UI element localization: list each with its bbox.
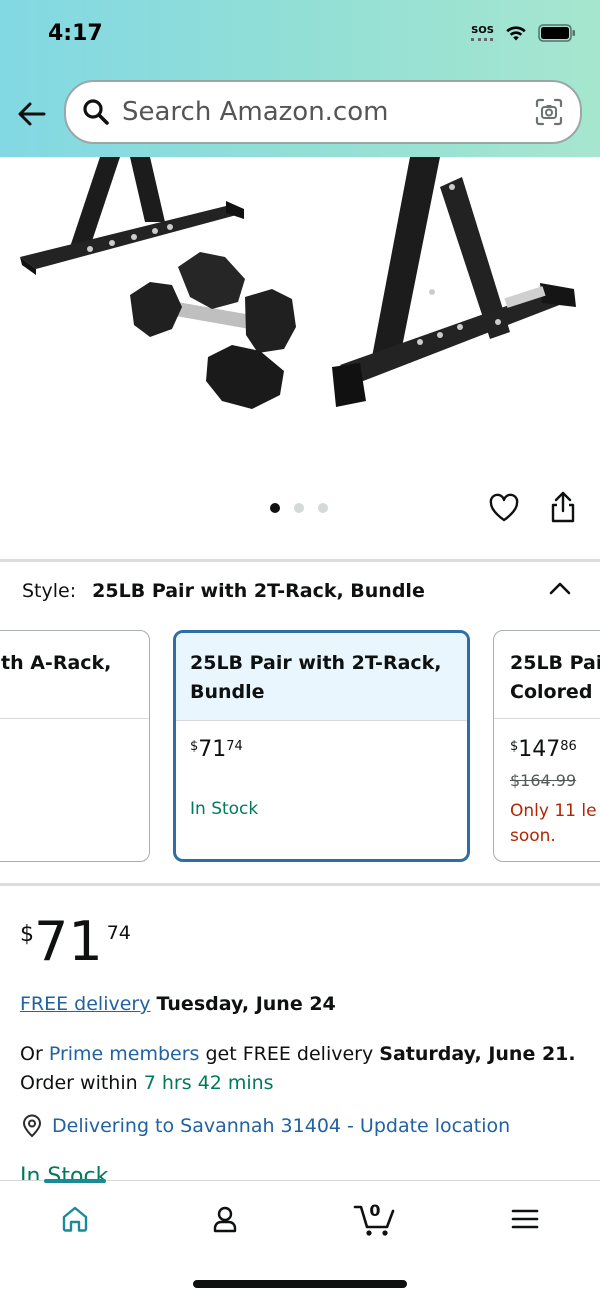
user-icon (213, 1206, 237, 1233)
search-input[interactable]: Search Amazon.com (122, 97, 534, 127)
variant-card[interactable]: 25LB Pair Colored $14786 $164.99 Only 11… (493, 630, 600, 862)
nav-menu[interactable] (505, 1199, 545, 1239)
variant-price: $14786 (510, 737, 577, 762)
prime-middle: get FREE delivery (205, 1043, 374, 1065)
sos-indicator: SOS (471, 24, 494, 41)
style-value: 25LB Pair with 2T-Rack, Bundle (92, 580, 425, 602)
location-link[interactable]: Delivering to Savannah 31404 - Update lo… (52, 1115, 510, 1137)
share-icon[interactable] (548, 490, 578, 524)
carousel-dots (270, 503, 328, 513)
delivery-info: FREE delivery Tuesday, June 24 (20, 993, 336, 1015)
variant-card-selected[interactable]: 25LB Pair with 2T-Rack, Bundle $7174 In … (173, 630, 470, 862)
carousel-dot[interactable] (318, 503, 328, 513)
bottom-navigation: 0 (0, 1179, 600, 1299)
battery-icon (538, 24, 575, 42)
hamburger-menu-icon (511, 1209, 539, 1229)
location-pin-icon (22, 1114, 42, 1138)
prime-prefix: Or (20, 1043, 43, 1065)
search-bar[interactable]: Search Amazon.com (64, 80, 582, 144)
price-symbol: $ (510, 739, 519, 754)
stock-warning-line1: Only 11 le (510, 801, 597, 821)
cart-count-badge: 0 (369, 1201, 381, 1220)
variant-stock-warning: Only 11 le soon. (510, 799, 597, 849)
wifi-icon (506, 26, 526, 41)
price-fraction: 74 (106, 922, 131, 944)
variant-title: th A-Rack, (0, 631, 149, 719)
status-icons: SOS (471, 24, 576, 42)
variant-title: 25LB Pair Colored (494, 631, 600, 719)
free-delivery-link[interactable]: FREE delivery (20, 993, 150, 1015)
price-symbol: $ (190, 739, 199, 754)
back-arrow-icon[interactable] (14, 96, 50, 132)
variant-stock: In Stock (190, 799, 259, 819)
search-icon (83, 99, 109, 125)
variant-price: $7174 (190, 737, 243, 762)
variant-list-price: $164.99 (510, 771, 577, 790)
style-label: Style: (22, 580, 77, 602)
price-whole: 71 (198, 737, 227, 762)
sos-label: SOS (471, 24, 494, 36)
variant-title: 25LB Pair with 2T-Rack, Bundle (176, 633, 467, 721)
nav-cart[interactable]: 0 (352, 1199, 398, 1239)
variant-card[interactable]: th A-Rack, (0, 630, 150, 862)
nav-active-indicator (44, 1179, 106, 1183)
chevron-up-icon[interactable] (546, 576, 574, 600)
prime-delivery-info: Or Prime members get FREE delivery Satur… (20, 1040, 590, 1098)
section-divider (0, 559, 600, 562)
section-divider (0, 883, 600, 886)
status-time: 4:17 (48, 21, 103, 46)
nav-home[interactable] (55, 1199, 95, 1239)
order-countdown: 7 hrs 42 mins (143, 1072, 274, 1094)
price-whole: 71 (34, 910, 103, 973)
price-fraction: 86 (560, 739, 577, 754)
delivery-location[interactable]: Delivering to Savannah 31404 - Update lo… (20, 1114, 510, 1138)
product-price: $ 71 74 (20, 912, 131, 972)
carousel-dot-active[interactable] (270, 503, 280, 513)
style-selector-header[interactable]: Style: 25LB Pair with 2T-Rack, Bundle (22, 580, 425, 602)
nav-account[interactable] (205, 1199, 245, 1239)
price-whole: 147 (518, 737, 561, 762)
style-variant-carousel[interactable]: th A-Rack, 25LB Pair with 2T-Rack, Bundl… (0, 630, 600, 864)
home-indicator[interactable] (193, 1280, 407, 1288)
sos-dots (471, 37, 494, 41)
camera-scan-icon[interactable] (534, 97, 564, 127)
price-currency: $ (20, 922, 34, 947)
heart-icon[interactable] (488, 492, 520, 524)
app-header: 4:17 SOS Search Amazon.com (0, 0, 600, 157)
stock-warning-line2: soon. (510, 826, 556, 846)
order-within-label: Order within (20, 1072, 138, 1094)
prime-delivery-date: Saturday, June 21. (379, 1043, 576, 1065)
price-fraction: 74 (226, 739, 243, 754)
home-icon (62, 1206, 88, 1232)
carousel-dot[interactable] (294, 503, 304, 513)
delivery-date: Tuesday, June 24 (156, 993, 336, 1015)
prime-members-link[interactable]: Prime members (49, 1043, 200, 1065)
